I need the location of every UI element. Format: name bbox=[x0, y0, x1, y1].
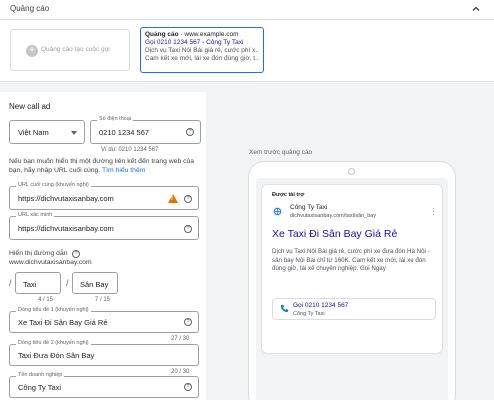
verification-url-value: https://dichvutaxisanbay.com bbox=[18, 224, 114, 233]
final-url-value: https://dichvutaxisanbay.com bbox=[18, 194, 114, 203]
business-name-field[interactable]: Tên doanh nghiệp Công Ty Taxi ? bbox=[9, 372, 199, 398]
business-name-label: Tên doanh nghiệp bbox=[16, 372, 65, 378]
verification-url-label: URL xác minh bbox=[16, 212, 55, 218]
section-title: Quảng cáo bbox=[10, 4, 50, 13]
path2-value: Sân Bay bbox=[80, 280, 109, 289]
more-options-icon[interactable]: · · · bbox=[432, 205, 435, 219]
dropdown-arrow-icon bbox=[71, 131, 77, 135]
warning-mark: ! bbox=[171, 196, 173, 202]
ad-badge: Quảng cáo bbox=[145, 31, 179, 38]
globe-icon bbox=[272, 206, 283, 217]
final-url-info: Nếu bạn muốn hiển thị một đường liên kết… bbox=[9, 158, 201, 175]
sponsored-label: Được tài trợ bbox=[272, 192, 305, 198]
display-path-title: Hiển thị đường dẫn bbox=[9, 250, 68, 257]
path-separator: / bbox=[9, 278, 12, 288]
final-url-label: URL cuối cùng (khuyến nghị) bbox=[16, 182, 91, 188]
country-value: Việt Nam bbox=[18, 128, 49, 137]
phone-number-field[interactable]: Số điện thoại 0210 1234 567 ? bbox=[90, 116, 201, 144]
headline1-counter: 27 / 30 bbox=[171, 336, 190, 342]
country-select[interactable]: Việt Nam bbox=[9, 120, 85, 144]
preview-label: Xem trước quảng cáo bbox=[249, 149, 313, 156]
phone-icon bbox=[280, 304, 289, 313]
ad-card-description-1: Dịch vụ Taxi Nội Bài giá rẻ, cước phí x.… bbox=[145, 47, 259, 54]
preview-url: dichvutaxisanbay.com/taxi/sân_bay bbox=[290, 213, 377, 219]
help-icon[interactable]: ? bbox=[184, 225, 192, 233]
headline2-label: Dòng tiêu đề 2 (khuyến nghị) bbox=[16, 340, 91, 346]
verification-url-field[interactable]: URL xác minh https://dichvutaxisanbay.co… bbox=[9, 212, 199, 240]
path1-counter: 4 / 15 bbox=[38, 297, 54, 303]
warning-icon bbox=[168, 194, 178, 203]
business-name-value: Công Ty Taxi bbox=[18, 383, 62, 392]
headline1-value: Xe Taxi Đi Sân Bay Giá Rẻ bbox=[18, 318, 108, 327]
path-separator: / bbox=[66, 278, 69, 288]
create-call-ad-button[interactable]: + Quảng cáo tạo cuộc gọi bbox=[10, 29, 130, 71]
headline2-counter: 20 / 30 bbox=[171, 369, 190, 375]
headline2-field[interactable]: Dòng tiêu đề 2 (khuyến nghị) Taxi Đưa Đó… bbox=[9, 340, 199, 366]
call-button[interactable]: Gọi 0210 1234 567 Công Ty Taxi bbox=[272, 298, 436, 320]
ad-card-description-2: Cam kết xe mới, lái xe đón đúng giờ, t..… bbox=[145, 55, 259, 62]
preview-description: Dịch vụ Taxi Nội Bài giá rẻ, cước phí xe… bbox=[272, 248, 430, 273]
ad-card-headline: Gọi 0210 1234 567 - Công Ty Taxi bbox=[145, 39, 244, 46]
path2-field[interactable]: Sân Bay bbox=[72, 272, 118, 294]
add-circle-icon: + bbox=[26, 45, 38, 57]
help-icon[interactable]: ? bbox=[186, 128, 194, 136]
final-url-field[interactable]: URL cuối cùng (khuyến nghị) https://dich… bbox=[9, 182, 199, 210]
phone-number-label: Số điện thoại bbox=[97, 116, 134, 122]
headline1-field[interactable]: Dòng tiêu đề 1 (khuyến nghị) Xe Taxi Đi … bbox=[9, 307, 199, 333]
headline1-label: Dòng tiêu đề 1 (khuyến nghị) bbox=[16, 307, 91, 313]
path1-field[interactable]: Taxi bbox=[15, 272, 61, 294]
path2-counter: 7 / 15 bbox=[95, 297, 111, 303]
phone-camera bbox=[348, 168, 355, 175]
ads-section-header[interactable]: Quảng cáo bbox=[0, 0, 494, 20]
help-icon[interactable]: ? bbox=[184, 318, 192, 326]
phone-number-value: 0210 1234 567 bbox=[99, 128, 150, 137]
path1-value: Taxi bbox=[23, 280, 37, 289]
headline2-value: Taxi Đưa Đón Sân Bay bbox=[18, 351, 95, 360]
learn-more-link[interactable]: Tìm hiểu thêm bbox=[102, 167, 145, 174]
create-call-ad-label: Quảng cáo tạo cuộc gọi bbox=[41, 46, 110, 53]
display-domain: www.dichvutaxisanbay.com bbox=[9, 259, 92, 266]
phone-frame: Được tài trợ Công Ty Taxi dichvutaxisanb… bbox=[248, 161, 456, 400]
preview-business-name: Công Ty Taxi bbox=[290, 204, 328, 211]
help-icon[interactable]: ? bbox=[72, 250, 80, 258]
phone-example: Ví dụ: 0210 1234 567 bbox=[101, 147, 159, 153]
chevron-up-icon[interactable] bbox=[470, 3, 482, 15]
call-ad-form: New call ad Việt Nam Số điện thoại 0210 … bbox=[0, 92, 206, 400]
ad-preview-panel: Xem trước quảng cáo Được tài trợ Công Ty… bbox=[206, 92, 494, 400]
ad-card-domain: · www.example.com bbox=[178, 31, 239, 38]
form-title: New call ad bbox=[9, 102, 51, 111]
call-number: Gọi 0210 1234 567 bbox=[293, 302, 349, 309]
divider-strip bbox=[0, 82, 494, 92]
ad-preview-card: Được tài trợ Công Ty Taxi dichvutaxisanb… bbox=[261, 184, 443, 354]
help-icon[interactable]: ? bbox=[184, 383, 192, 391]
selected-ad-card[interactable]: Quảng cáo · www.example.com Gọi 0210 123… bbox=[140, 27, 264, 73]
ad-card-header: Quảng cáo · www.example.com bbox=[145, 31, 259, 38]
preview-headline[interactable]: Xe Taxi Đi Sân Bay Giá Rẻ bbox=[272, 228, 397, 240]
ad-list: + Quảng cáo tạo cuộc gọi Quảng cáo · www… bbox=[0, 20, 494, 82]
help-icon[interactable]: ? bbox=[184, 195, 192, 203]
call-business-name: Công Ty Taxi bbox=[293, 311, 325, 317]
call-ad-editor: Quảng cáo + Quảng cáo tạo cuộc gọi Quảng… bbox=[0, 0, 494, 400]
